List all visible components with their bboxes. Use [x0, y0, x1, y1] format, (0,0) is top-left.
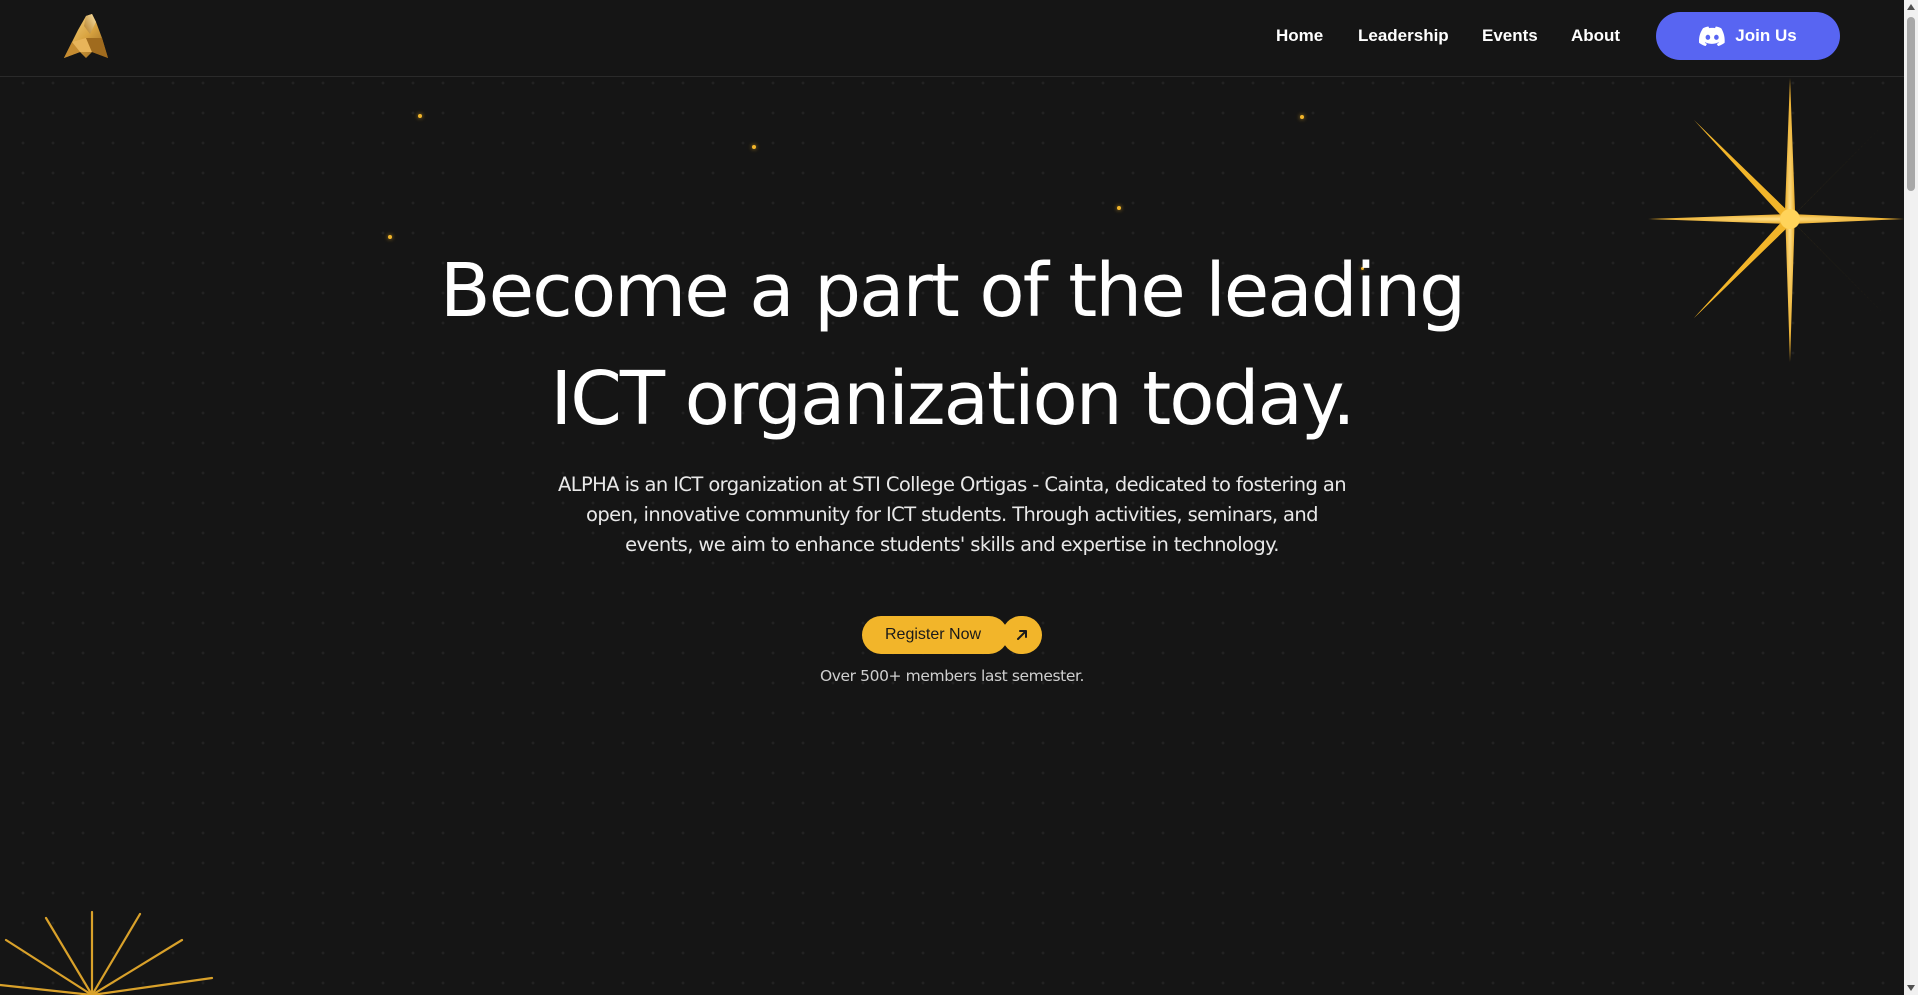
- members-note: Over 500+ members last semester.: [819, 667, 1085, 685]
- vertical-scrollbar[interactable]: [1904, 0, 1918, 995]
- scroll-up-arrow-icon[interactable]: [1904, 0, 1918, 14]
- navbar: Home Leadership Events About Join Us: [0, 0, 1904, 77]
- nav-events[interactable]: Events: [1482, 25, 1538, 47]
- join-us-label: Join Us: [1735, 26, 1797, 45]
- scroll-down-arrow-icon[interactable]: [1904, 981, 1918, 995]
- sparkle-dot: [418, 114, 422, 118]
- hero-title-line-1: Become a part of the leading: [439, 248, 1466, 334]
- alpha-logo-icon[interactable]: [62, 12, 110, 62]
- discord-icon: [1699, 26, 1726, 46]
- sparkle-dot: [752, 145, 756, 149]
- nav-home[interactable]: Home: [1276, 25, 1323, 47]
- nav-leadership[interactable]: Leadership: [1358, 25, 1449, 47]
- nav-about[interactable]: About: [1571, 25, 1620, 47]
- register-now-button[interactable]: Register Now: [862, 616, 1042, 654]
- starburst-icon: [0, 900, 230, 995]
- sparkle-dot: [1300, 115, 1304, 119]
- sparkle-dot: [388, 235, 392, 239]
- register-now-label: Register Now: [862, 616, 1008, 654]
- hero-title-line-2: ICT organization today.: [550, 356, 1355, 442]
- arrow-up-right-icon: [1002, 616, 1042, 654]
- hero-description: ALPHA is an ICT organization at STI Coll…: [558, 473, 1347, 556]
- sparkle-dot: [1117, 206, 1121, 210]
- landing-page: Home Leadership Events About Join Us Bec…: [0, 0, 1918, 995]
- join-us-button[interactable]: Join Us: [1656, 12, 1840, 60]
- scrollbar-thumb[interactable]: [1907, 17, 1915, 191]
